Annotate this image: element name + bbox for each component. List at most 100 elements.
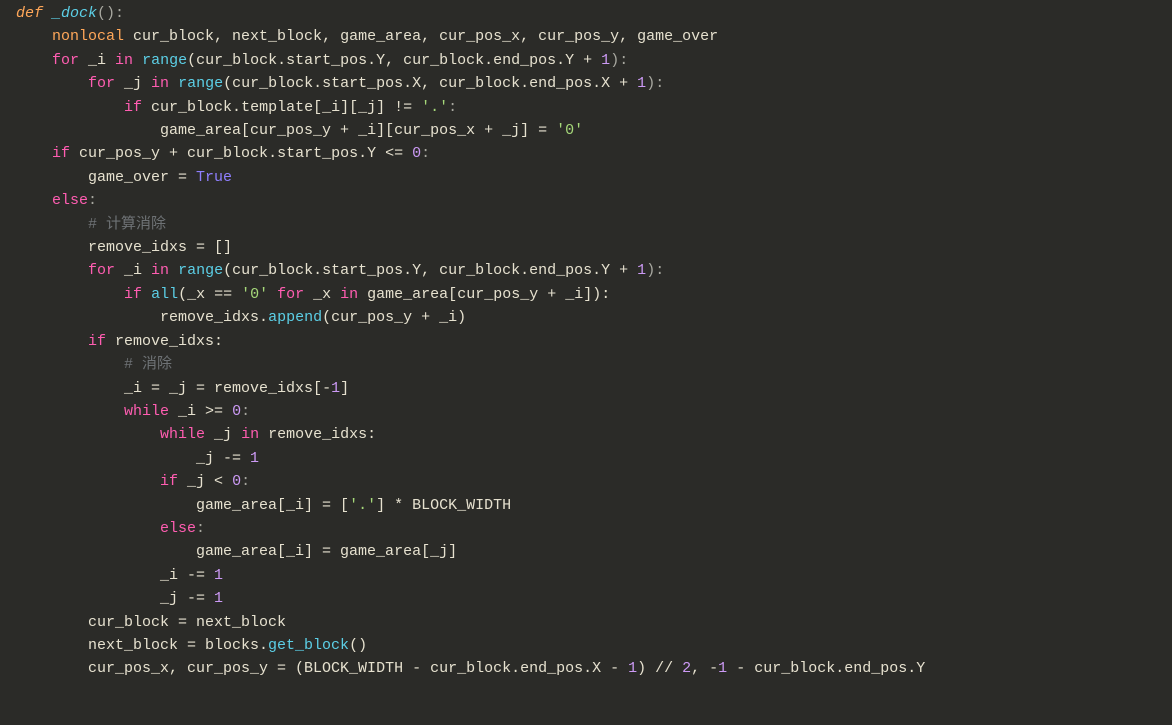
keyword-while: while	[160, 426, 205, 443]
keyword-if: if	[124, 286, 142, 303]
keyword-def: def	[16, 5, 43, 22]
code-line: for _i in range(cur_block.start_pos.Y, c…	[16, 52, 628, 69]
expr: - cur_block.end_pos.Y	[727, 660, 925, 677]
identifiers: cur_block, next_block, game_area, cur_po…	[124, 28, 718, 45]
keyword-if: if	[88, 333, 106, 350]
assign: game_over =	[88, 169, 196, 186]
number: 1	[718, 660, 727, 677]
expr: cur_pos_y + cur_block.start_pos.Y <=	[70, 145, 412, 162]
code-line: _i -= 1	[16, 567, 223, 584]
code-line: _j -= 1	[16, 590, 223, 607]
keyword-in: in	[115, 52, 133, 69]
keyword-while: while	[124, 403, 169, 420]
keyword-if: if	[52, 145, 70, 162]
code-line: remove_idxs.append(cur_pos_y + _i)	[16, 309, 466, 326]
var: _j	[115, 75, 151, 92]
string: '0'	[241, 286, 268, 303]
space	[133, 52, 142, 69]
number: 1	[214, 590, 223, 607]
function-name: _dock	[52, 5, 97, 22]
code-editor[interactable]: def _dock (): nonlocal cur_block, next_bl…	[0, 0, 1172, 681]
expr: _i >=	[169, 403, 232, 420]
keyword-in: in	[151, 75, 169, 92]
space	[268, 286, 277, 303]
code-line: while _j in remove_idxs:	[16, 426, 376, 443]
code-line: for _i in range(cur_block.start_pos.Y, c…	[16, 262, 664, 279]
code-line: # 计算消除	[16, 216, 166, 233]
punct: ()	[349, 637, 367, 654]
args: (cur_pos_y + _i)	[322, 309, 466, 326]
expr: remove_idxs:	[106, 333, 223, 350]
code-line: else:	[16, 520, 205, 537]
args: (cur_block.start_pos.Y, cur_block.end_po…	[187, 52, 601, 69]
assign: game_area[_i] = [	[196, 497, 349, 514]
expr: _j	[205, 426, 241, 443]
string: '.'	[349, 497, 376, 514]
keyword-if: if	[160, 473, 178, 490]
punct: ]	[340, 380, 349, 397]
code-line: if _j < 0:	[16, 473, 250, 490]
string: '.'	[421, 99, 448, 116]
builtin-range: range	[142, 52, 187, 69]
space	[169, 75, 178, 92]
assign: next_block = blocks.	[88, 637, 268, 654]
builtin-all: all	[151, 286, 178, 303]
punct: :	[448, 99, 457, 116]
code-line: while _i >= 0:	[16, 403, 250, 420]
code-line: next_block = blocks.get_block()	[16, 637, 367, 654]
keyword-in: in	[340, 286, 358, 303]
assign: remove_idxs = []	[88, 239, 232, 256]
comment: # 消除	[124, 356, 172, 373]
var: _i	[79, 52, 115, 69]
number: 1	[250, 450, 259, 467]
code-line: remove_idxs = []	[16, 239, 232, 256]
punct: :	[196, 520, 205, 537]
code-line: game_area[cur_pos_y + _i][cur_pos_x + _j…	[16, 122, 583, 139]
number: 0	[412, 145, 421, 162]
keyword-for: for	[277, 286, 304, 303]
keyword-else: else	[52, 192, 88, 209]
comment: # 计算消除	[88, 216, 166, 233]
code-line: if cur_pos_y + cur_block.start_pos.Y <= …	[16, 145, 430, 162]
punct: :	[241, 403, 250, 420]
punct: ):	[646, 75, 664, 92]
builtin-range: range	[178, 75, 223, 92]
expr: ] * BLOCK_WIDTH	[376, 497, 511, 514]
args: (cur_block.start_pos.Y, cur_block.end_po…	[223, 262, 637, 279]
assign: cur_block = next_block	[88, 614, 286, 631]
keyword-in: in	[241, 426, 259, 443]
number: 0	[232, 473, 241, 490]
punct: ):	[646, 262, 664, 279]
assign: _j -=	[160, 590, 214, 607]
number: 1	[637, 262, 646, 279]
space	[169, 262, 178, 279]
expr: (_x ==	[178, 286, 241, 303]
args: (cur_block.start_pos.X, cur_block.end_po…	[223, 75, 637, 92]
code-line: else:	[16, 192, 97, 209]
code-line: cur_pos_x, cur_pos_y = (BLOCK_WIDTH - cu…	[16, 660, 925, 677]
number: 1	[628, 660, 637, 677]
assign: game_area[cur_pos_y + _i][cur_pos_x + _j…	[160, 122, 556, 139]
var: _x	[304, 286, 340, 303]
code-line: if remove_idxs:	[16, 333, 223, 350]
keyword-for: for	[88, 75, 115, 92]
expr: , -	[691, 660, 718, 677]
code-line: # 消除	[16, 356, 172, 373]
code-line: game_area[_i] = game_area[_j]	[16, 543, 457, 560]
boolean-true: True	[196, 169, 232, 186]
builtin-range: range	[178, 262, 223, 279]
code-line: nonlocal cur_block, next_block, game_are…	[16, 28, 718, 45]
expr: remove_idxs:	[259, 426, 376, 443]
assign: _i -=	[160, 567, 214, 584]
code-line: if cur_block.template[_i][_j] != '.':	[16, 99, 457, 116]
expr: cur_block.template[_i][_j] !=	[142, 99, 421, 116]
code-line: _i = _j = remove_idxs[-1]	[16, 380, 349, 397]
keyword-nonlocal: nonlocal	[52, 28, 124, 45]
assign: _j -=	[196, 450, 250, 467]
keyword-else: else	[160, 520, 196, 537]
space	[142, 286, 151, 303]
number: 2	[682, 660, 691, 677]
code-line: if all(_x == '0' for _x in game_area[cur…	[16, 286, 610, 303]
number: 1	[601, 52, 610, 69]
keyword-for: for	[88, 262, 115, 279]
